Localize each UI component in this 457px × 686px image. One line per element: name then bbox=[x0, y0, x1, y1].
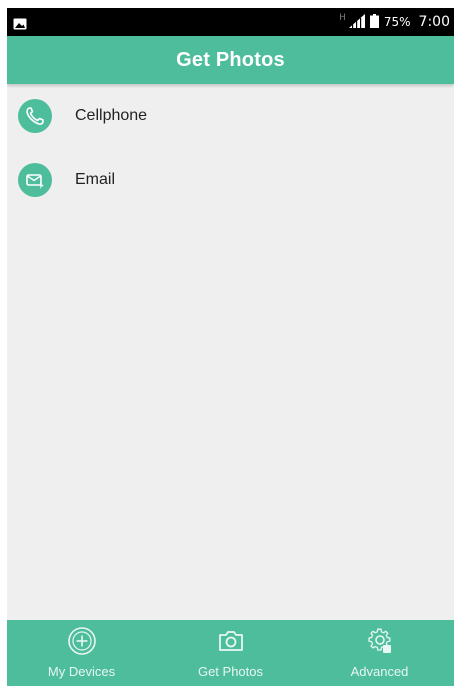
app-bar: Get Photos bbox=[7, 36, 454, 84]
nav-advanced[interactable]: Advanced bbox=[305, 620, 454, 686]
nav-my-devices[interactable]: My Devices bbox=[7, 620, 156, 686]
signal-icon bbox=[348, 13, 365, 32]
page-title: Get Photos bbox=[176, 48, 285, 71]
list-item-cellphone[interactable]: Cellphone bbox=[7, 84, 454, 148]
network-type: H bbox=[339, 13, 346, 23]
status-icons: H 75% 7:00 bbox=[339, 8, 450, 36]
plus-circle-icon bbox=[67, 626, 97, 656]
nav-label: Get Photos bbox=[197, 664, 264, 679]
nav-get-photos[interactable]: Get Photos bbox=[156, 620, 305, 686]
email-icon bbox=[18, 163, 52, 197]
list-item-email[interactable]: Email bbox=[7, 148, 454, 212]
clock: 7:00 bbox=[418, 14, 450, 30]
nav-label: Advanced bbox=[350, 664, 409, 679]
app-screen: H 75% 7:00 Get Photos Cellphone Email My… bbox=[7, 8, 454, 686]
list-item-label: Cellphone bbox=[75, 107, 148, 124]
battery-percent: 75% bbox=[383, 15, 411, 29]
list-item-label: Email bbox=[75, 171, 116, 188]
nav-label: My Devices bbox=[47, 664, 116, 679]
image-notification-icon bbox=[13, 15, 27, 30]
gear-icon bbox=[365, 626, 395, 656]
phone-icon bbox=[18, 99, 52, 133]
battery-icon bbox=[369, 13, 379, 32]
bottom-nav: My Devices Get Photos Advanced bbox=[7, 620, 454, 686]
source-list: Cellphone Email bbox=[7, 84, 454, 212]
status-bar: H 75% 7:00 bbox=[7, 8, 454, 36]
camera-icon bbox=[216, 626, 246, 656]
